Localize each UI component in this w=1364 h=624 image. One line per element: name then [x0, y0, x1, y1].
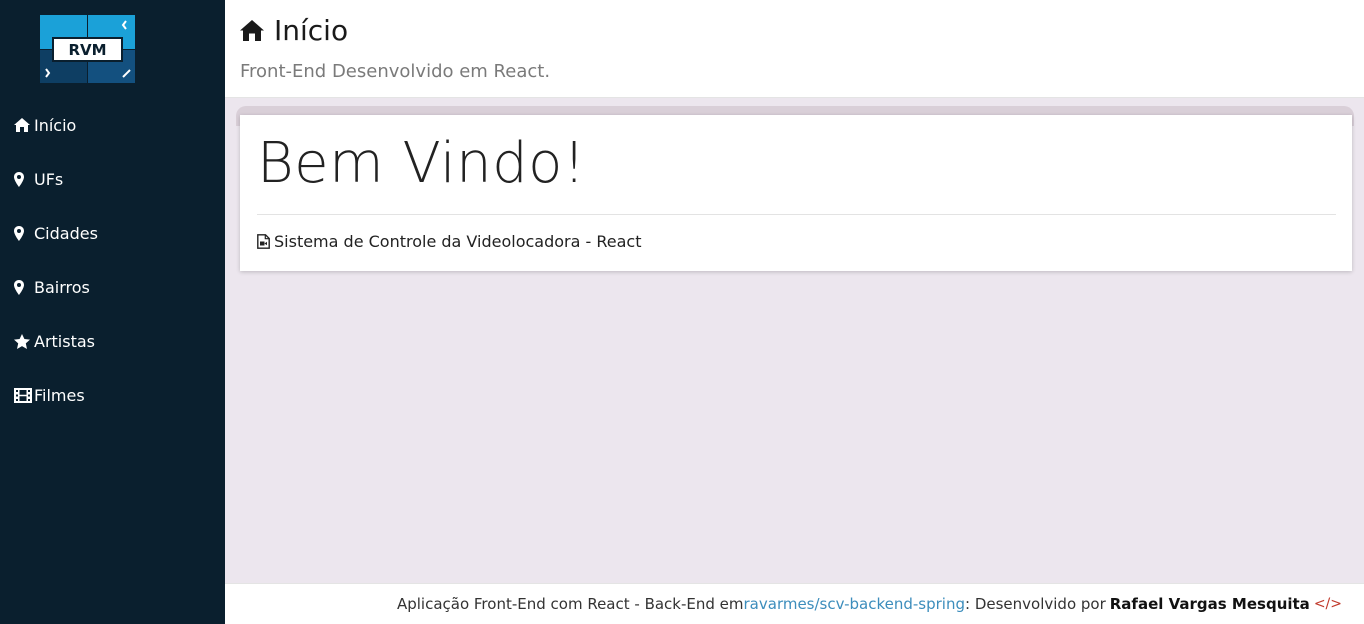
backend-repo-link[interactable]: ravarmes/scv-backend-spring	[744, 595, 965, 613]
welcome-description-text: Sistema de Controle da Videolocadora - R…	[274, 232, 642, 251]
author-name: Rafael Vargas Mesquita	[1109, 595, 1310, 613]
footer-middle: : Desenvolvido por	[965, 595, 1106, 613]
divider	[257, 214, 1336, 215]
code-icon: </>	[1313, 596, 1342, 612]
sidebar-item-cidades[interactable]: Cidades	[0, 206, 225, 260]
welcome-card: Bem Vindo! Sistema de Controle da Videol…	[240, 115, 1352, 271]
film-icon	[14, 386, 32, 404]
svg-text:RVM: RVM	[68, 41, 106, 59]
home-icon	[14, 116, 32, 134]
sidebar-item-label: Início	[34, 115, 77, 135]
rvm-logo[interactable]: RVM	[40, 15, 135, 83]
sidebar-item-label: Cidades	[34, 223, 98, 243]
welcome-title: Bem Vindo!	[257, 131, 586, 196]
star-icon	[14, 332, 32, 350]
map-marker-icon	[14, 170, 32, 188]
home-icon	[240, 20, 264, 41]
file-video-icon	[257, 234, 270, 249]
sidebar-item-label: UFs	[34, 169, 64, 189]
sidebar: RVM Início UFs Cidades Bairros Artistas …	[0, 0, 225, 624]
sidebar-item-artistas[interactable]: Artistas	[0, 314, 225, 368]
map-marker-icon	[14, 224, 32, 242]
sidebar-item-inicio[interactable]: Início	[0, 98, 225, 152]
sidebar-item-label: Artistas	[34, 331, 95, 351]
sidebar-item-ufs[interactable]: UFs	[0, 152, 225, 206]
page-subtitle: Front-End Desenvolvido em React.	[240, 61, 551, 82]
footer: Aplicação Front-End com React - Back-End…	[225, 583, 1364, 624]
sidebar-nav: Início UFs Cidades Bairros Artistas Film…	[0, 98, 225, 422]
welcome-description: Sistema de Controle da Videolocadora - R…	[257, 232, 641, 251]
sidebar-item-filmes[interactable]: Filmes	[0, 368, 225, 422]
page-header: Início Front-End Desenvolvido em React.	[225, 0, 1364, 98]
sidebar-item-label: Bairros	[34, 277, 90, 297]
page-title: Início	[240, 14, 348, 47]
sidebar-item-label: Filmes	[34, 385, 85, 405]
page-title-text: Início	[274, 14, 349, 47]
footer-prefix: Aplicação Front-End com React - Back-End…	[396, 595, 744, 613]
sidebar-item-bairros[interactable]: Bairros	[0, 260, 225, 314]
map-marker-icon	[14, 278, 32, 296]
main-content: Bem Vindo! Sistema de Controle da Videol…	[228, 100, 1364, 582]
